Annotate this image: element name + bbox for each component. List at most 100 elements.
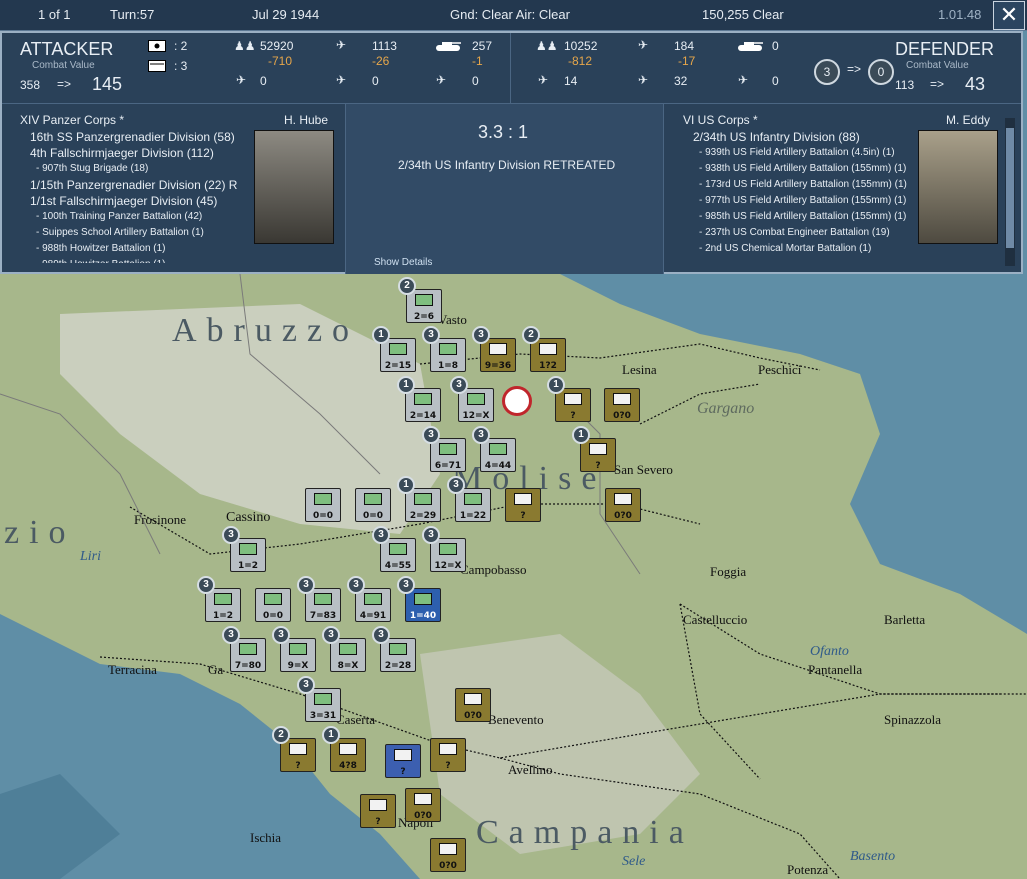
scrollbar-thumb[interactable] (1006, 128, 1014, 248)
attacker-men: 52920 (260, 39, 294, 53)
unit-list-item[interactable]: - 988th Howitzer Battalion (1) (30, 241, 237, 257)
map-unit-counter[interactable]: 2=14 1 (397, 376, 441, 422)
map-unit-counter[interactable]: 12=X 3 (450, 376, 494, 422)
region-label: Abruzzo (172, 312, 360, 349)
map-unit-counter[interactable]: 4=91 3 (347, 576, 391, 622)
map-unit-counter[interactable]: 0=0 (255, 588, 291, 622)
unit-list-item[interactable]: - 989th Howitzer Battalion (1) (30, 257, 237, 263)
unit-list-item[interactable]: 1/15th Panzergrenadier Division (22) R (30, 177, 237, 193)
unit-list-item[interactable]: - 938th US Field Artillery Battalion (15… (693, 161, 907, 177)
map-unit-counter[interactable]: ? (505, 488, 541, 522)
unit-list-scrollbar[interactable] (1005, 118, 1015, 266)
unit-list-item[interactable]: - Suippes School Artillery Battalion (1) (30, 225, 237, 241)
map-unit-counter[interactable]: 7=83 3 (297, 576, 341, 622)
map-unit-counter[interactable]: 1=40 3 (397, 576, 441, 622)
attacker-commander-portrait (254, 130, 334, 244)
unit-list-item[interactable]: - 237th US Combat Engineer Battalion (19… (693, 225, 907, 241)
map-unit-counter[interactable]: 9=X 3 (272, 626, 316, 672)
map-unit-counter[interactable]: ? (385, 744, 421, 778)
map-unit-counter[interactable]: 2=15 1 (372, 326, 416, 372)
attacker-hq-count: : 2 (174, 39, 188, 53)
close-button[interactable]: ✕ (993, 1, 1025, 30)
unit-list-item[interactable]: 16th SS Panzergrenadier Division (58) (30, 129, 237, 145)
map-unit-counter[interactable]: 3=31 3 (297, 676, 341, 722)
city-label: Lesina (622, 362, 657, 377)
combat-target-marker[interactable] (502, 386, 532, 416)
river-label: Liri (80, 549, 102, 564)
map-unit-counter[interactable]: 0=0 (355, 488, 391, 522)
map-unit-counter[interactable]: ? (430, 738, 466, 772)
attacker-r2a: 0 (260, 74, 267, 88)
unit-list-item[interactable]: 2/34th US Infantry Division (88) (693, 129, 907, 145)
show-details-link[interactable]: Show Details (374, 257, 432, 268)
map-unit-counter[interactable]: ? 2 (272, 726, 316, 772)
map-unit-counter[interactable]: 9=36 3 (472, 326, 516, 372)
map-unit-counter[interactable]: 8=X 3 (322, 626, 366, 672)
city-label: Castelluccio (683, 612, 748, 627)
turn-label: Turn:57 (110, 7, 155, 22)
region-label: Campania (476, 814, 694, 851)
unit-list-item[interactable]: - 977th US Field Artillery Battalion (15… (693, 193, 907, 209)
defender-bomber-icon: ✈ (638, 73, 649, 87)
region-label: Gargano (697, 400, 755, 417)
map-unit-counter[interactable]: 1=8 3 (422, 326, 466, 372)
map-unit-counter[interactable]: 2=28 3 (372, 626, 416, 672)
attacker-cv-arrow: => (57, 77, 72, 91)
map-unit-counter[interactable]: 1=2 3 (197, 576, 241, 622)
defender-r2c: 0 (772, 74, 779, 88)
unit-list-item[interactable]: - 2nd US Chemical Mortar Battalion (1) (693, 241, 907, 257)
map-unit-counter[interactable]: 0?0 (430, 838, 466, 872)
city-label: Avellino (508, 762, 553, 777)
unit-list-item[interactable]: 1/1st Fallschirmjaeger Division (45) (30, 193, 237, 209)
city-label: Benevento (488, 712, 544, 727)
defender-commander-portrait (918, 130, 998, 244)
map-unit-counter[interactable]: 2=29 1 (397, 476, 441, 522)
map-unit-counter[interactable]: 0=0 (305, 488, 341, 522)
division-icon (148, 60, 166, 72)
city-label: Peschici (758, 362, 802, 377)
map-unit-counter[interactable]: 0?0 (605, 488, 641, 522)
defender-plane-icon: ✈ (538, 73, 549, 87)
map-unit-counter[interactable]: 1=2 3 (222, 526, 266, 572)
unit-list-item[interactable]: 4th Fallschirmjaeger Division (112) (30, 145, 237, 161)
unit-list-item[interactable]: - 100th Training Panzer Battalion (42) (30, 209, 237, 225)
map-unit-counter[interactable]: ? 1 (572, 426, 616, 472)
map-unit-counter[interactable]: ? (360, 794, 396, 828)
city-label: Ischia (250, 830, 282, 845)
defender-cv-to: 43 (965, 74, 986, 94)
unit-list-item[interactable]: - 173rd US Field Artillery Battalion (15… (693, 177, 907, 193)
map-unit-counter[interactable]: 7=80 3 (222, 626, 266, 672)
map-unit-counter[interactable]: 0?0 (455, 688, 491, 722)
top-status-bar: 1 of 1 Turn:57 Jul 29 1944 Gnd: Clear Ai… (0, 0, 1027, 31)
defender-men-icon: ♟♟ (536, 39, 558, 53)
hq-icon (148, 40, 166, 52)
map-unit-counter[interactable]: 2=6 2 (398, 277, 442, 323)
map-unit-counter[interactable]: ? 1 (547, 376, 591, 422)
defender-tanks: 0 (772, 39, 779, 53)
defender-r2b: 32 (674, 74, 688, 88)
map-unit-counter[interactable]: 0?0 (604, 388, 640, 422)
unit-list-item[interactable]: - 985th US Field Artillery Battalion (15… (693, 209, 907, 225)
strategic-map[interactable]: Abruzzo Molise Campania Gargano zio Vast… (0, 274, 1027, 879)
defender-cv-from: 113 (895, 78, 915, 92)
plane-icon: ✈ (236, 73, 247, 87)
river-label: Sele (622, 854, 646, 869)
map-unit-counter[interactable]: 0?0 (405, 788, 441, 822)
defender-tank-icon (738, 42, 763, 51)
map-unit-counter[interactable]: 4?8 1 (322, 726, 366, 772)
unit-list-item[interactable]: - 939th US Field Artillery Battalion (4.… (693, 145, 907, 161)
map-unit-counter[interactable]: 4=44 3 (472, 426, 516, 472)
city-label: Cassino (226, 510, 271, 525)
unit-list-item[interactable]: - 907th Stug Brigade (18) (30, 161, 237, 177)
fort-from: 3 (814, 59, 840, 85)
map-unit-counter[interactable]: 12=X 3 (422, 526, 466, 572)
defender-cv-arrow: => (930, 77, 945, 91)
map-unit-counter[interactable]: 1?2 2 (522, 326, 566, 372)
city-label: Potenza (787, 862, 829, 877)
close-icon: ✕ (999, 2, 1019, 27)
attacker-men-loss: -710 (268, 54, 293, 68)
map-unit-counter[interactable]: 6=71 3 (422, 426, 466, 472)
map-unit-counter[interactable]: 4=55 3 (372, 526, 416, 572)
defender-air: 184 (674, 39, 695, 53)
map-unit-counter[interactable]: 1=22 3 (447, 476, 491, 522)
